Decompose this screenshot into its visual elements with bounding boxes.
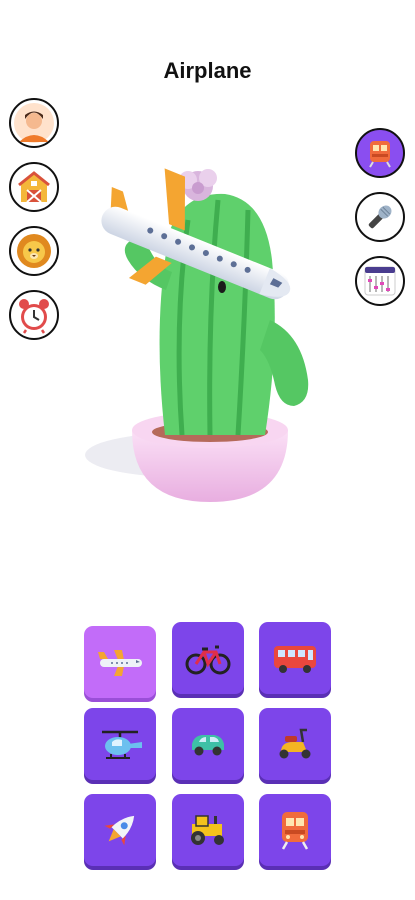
barn-category-button[interactable] bbox=[9, 162, 59, 212]
airplane-icon bbox=[98, 650, 142, 676]
microphone-icon bbox=[368, 205, 392, 229]
microphone-button[interactable] bbox=[355, 192, 405, 242]
vehicle-tile-helicopter[interactable] bbox=[84, 708, 156, 780]
cactus-character-illustration bbox=[85, 168, 309, 502]
game-scene[interactable] bbox=[70, 150, 350, 520]
tractor-icon bbox=[191, 815, 224, 845]
helicopter-icon bbox=[102, 730, 142, 759]
person-category-button[interactable] bbox=[9, 98, 59, 148]
mixer-button[interactable] bbox=[355, 256, 405, 306]
scooter-icon bbox=[279, 728, 311, 759]
train-sound-button[interactable] bbox=[355, 128, 405, 178]
lion-category-button[interactable] bbox=[9, 226, 59, 276]
car-icon bbox=[192, 735, 224, 756]
page-title: Airplane bbox=[163, 58, 252, 83]
vehicle-tile-bus[interactable] bbox=[259, 622, 331, 694]
bus-icon bbox=[274, 646, 316, 673]
person-icon bbox=[14, 103, 54, 143]
vehicle-tile-rocket[interactable] bbox=[84, 794, 156, 866]
train-icon bbox=[369, 141, 391, 168]
bicycle-icon bbox=[185, 645, 231, 675]
vehicle-tile-scooter[interactable] bbox=[259, 708, 331, 780]
mixer-icon bbox=[364, 266, 396, 296]
vehicle-tile-airplane[interactable] bbox=[84, 626, 156, 698]
vehicle-tile-car[interactable] bbox=[172, 708, 244, 780]
vehicle-tile-train[interactable] bbox=[259, 794, 331, 866]
vehicle-grid bbox=[84, 620, 332, 870]
alarm-clock-icon bbox=[19, 299, 49, 334]
rocket-icon bbox=[104, 815, 135, 846]
clock-category-button[interactable] bbox=[9, 290, 59, 340]
vehicle-tile-tractor[interactable] bbox=[172, 794, 244, 866]
train-icon bbox=[281, 812, 309, 850]
barn-icon bbox=[18, 171, 50, 203]
vehicle-tile-bicycle[interactable] bbox=[172, 622, 244, 694]
lion-icon bbox=[17, 234, 51, 268]
